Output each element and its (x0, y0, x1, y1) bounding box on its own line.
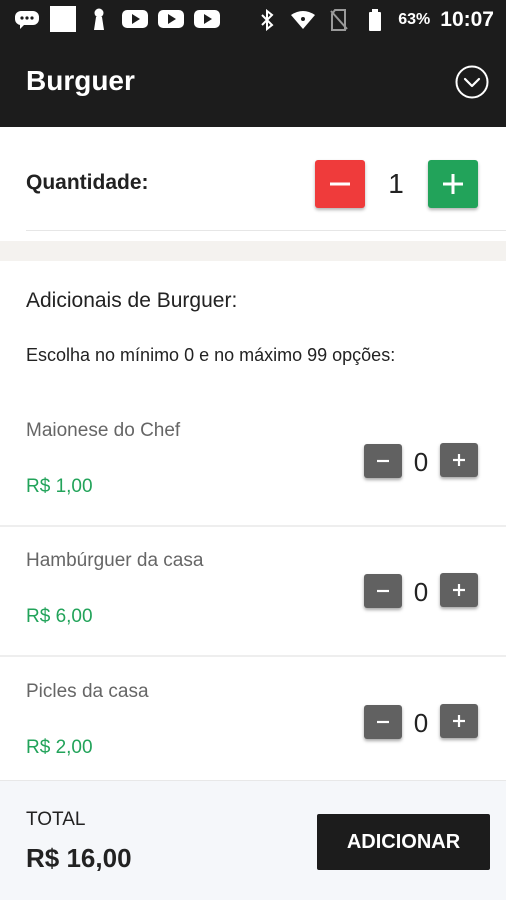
no-sim-icon (326, 9, 352, 31)
plus-icon (453, 715, 465, 727)
list-item: Picles da casa R$ 2,00 0 (0, 661, 506, 791)
bluetooth-icon (254, 9, 280, 31)
bottom-bar: TOTAL R$ 16,00 ADICIONAR (0, 780, 506, 900)
minus-icon (377, 589, 389, 593)
item-decrease-button[interactable] (364, 574, 402, 608)
quantity-value: 1 (388, 168, 404, 199)
list-item: Hambúrguer da casa R$ 6,00 0 (0, 530, 506, 660)
item-decrease-button[interactable] (364, 705, 402, 739)
minus-icon (377, 459, 389, 463)
quantity-increase-button[interactable] (428, 160, 478, 208)
keyhole-icon (86, 8, 112, 30)
divider (0, 655, 506, 657)
youtube-icon (158, 8, 184, 30)
item-count: 0 (413, 708, 429, 738)
divider (0, 525, 506, 527)
wifi-icon (290, 9, 316, 31)
battery-icon (362, 9, 388, 31)
plus-icon (453, 584, 465, 596)
youtube-icon (122, 8, 148, 30)
youtube-icon (194, 8, 220, 30)
list-item: Maionese do Chef R$ 1,00 0 (0, 400, 506, 530)
item-increase-button[interactable] (440, 573, 478, 607)
item-name: Picles da casa (26, 681, 149, 702)
status-bar-left (14, 6, 220, 32)
item-name: Hambúrguer da casa (26, 550, 204, 571)
chevron-down-circle-icon[interactable] (454, 64, 490, 100)
plus-icon (443, 174, 463, 194)
plus-icon (453, 454, 465, 466)
item-count: 0 (413, 447, 429, 477)
item-price: R$ 2,00 (26, 737, 93, 758)
page-title: Burguer (26, 65, 135, 96)
section-separator (0, 241, 506, 261)
item-increase-button[interactable] (440, 443, 478, 477)
divider (26, 230, 506, 231)
quantity-decrease-button[interactable] (315, 160, 365, 208)
quantity-row: Quantidade: 1 (0, 127, 506, 231)
chat-bubble-icon (14, 8, 40, 30)
item-increase-button[interactable] (440, 704, 478, 738)
total-value: R$ 16,00 (26, 843, 132, 873)
minus-icon (377, 720, 389, 724)
clock: 10:07 (440, 8, 494, 31)
item-decrease-button[interactable] (364, 444, 402, 478)
add-button[interactable]: ADICIONAR (317, 814, 490, 870)
total-label: TOTAL (26, 809, 86, 830)
status-bar-right: 63% 10:07 (254, 8, 494, 32)
item-name: Maionese do Chef (26, 420, 181, 441)
quantity-label: Quantidade: (26, 171, 149, 194)
item-count: 0 (413, 577, 429, 607)
status-bar: 63% 10:07 (0, 0, 506, 40)
item-price: R$ 1,00 (26, 476, 93, 497)
app-bar: Burguer (0, 40, 506, 127)
additionals-subtitle: Escolha no mínimo 0 e no máximo 99 opçõe… (26, 345, 396, 365)
battery-percent: 63% (398, 11, 431, 28)
additionals-title: Adicionais de Burguer: (26, 289, 238, 312)
item-price: R$ 6,00 (26, 606, 93, 627)
minus-icon (330, 182, 350, 186)
white-square-icon (50, 6, 76, 32)
